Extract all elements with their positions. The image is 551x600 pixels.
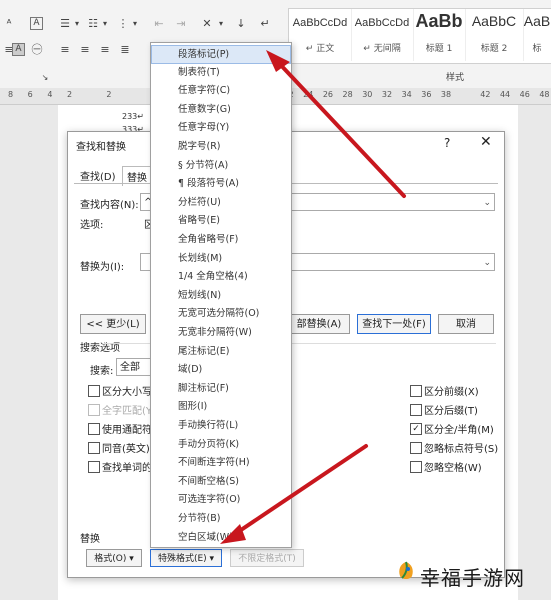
arrow-to-paragraph-mark <box>266 50 406 198</box>
annotation-arrows <box>220 50 406 544</box>
watermark-text: 幸福手游网 <box>420 566 525 590</box>
watermark-logo-icon <box>399 561 413 579</box>
arrow-to-special-button <box>220 444 368 544</box>
